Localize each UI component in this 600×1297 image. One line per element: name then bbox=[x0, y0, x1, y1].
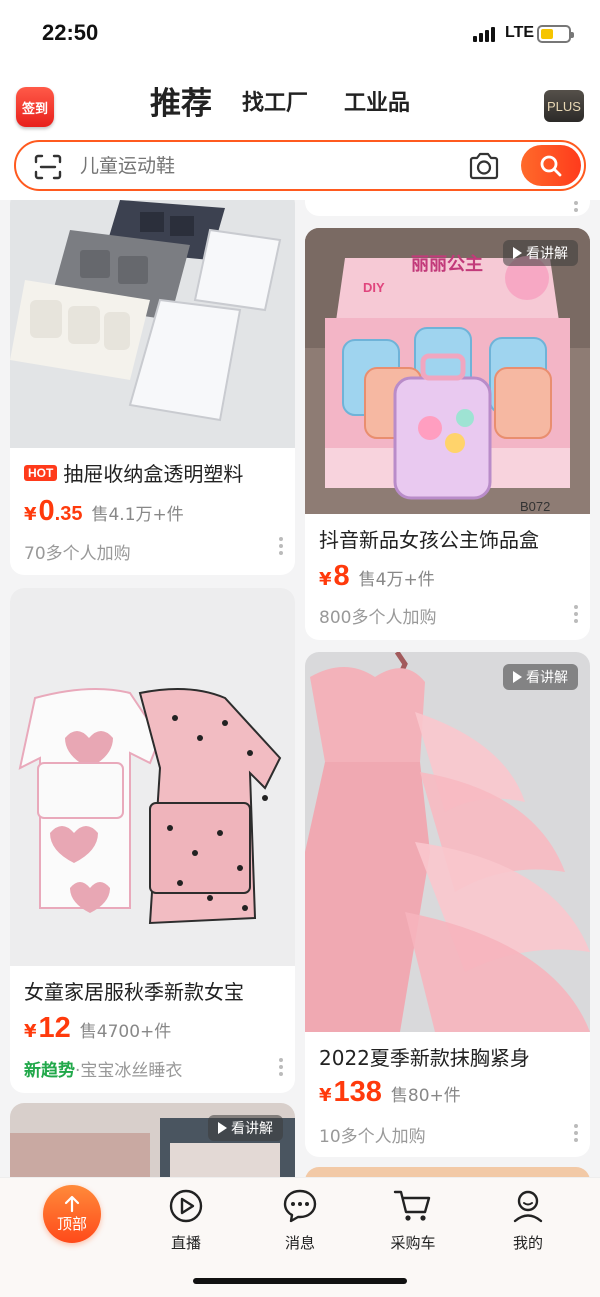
image-diy-text: DIY bbox=[363, 280, 385, 295]
product-card[interactable] bbox=[305, 200, 590, 216]
price-row: ¥ 12 售4700+件 bbox=[24, 1012, 172, 1044]
video-badge[interactable]: 看讲解 bbox=[503, 240, 578, 266]
nav-cart[interactable]: 采购车 bbox=[373, 1188, 453, 1253]
product-image bbox=[10, 200, 295, 448]
search-input[interactable] bbox=[80, 150, 440, 182]
sold-count: 售4万+件 bbox=[358, 570, 435, 590]
play-icon bbox=[169, 1189, 203, 1223]
video-badge[interactable]: 看讲解 bbox=[208, 1115, 283, 1141]
price: 12 bbox=[38, 1012, 71, 1044]
more-icon[interactable] bbox=[574, 1124, 578, 1142]
home-indicator bbox=[193, 1278, 407, 1284]
product-card[interactable]: 看讲解 bbox=[10, 1103, 295, 1180]
price-row: ¥ 138 售80+件 bbox=[319, 1076, 461, 1108]
checkin-button[interactable]: 签到 bbox=[16, 87, 54, 127]
product-card[interactable]: 看讲解 2022夏季新款抹胸紧身 ¥ 138 售80+件 10多个人加购 bbox=[305, 652, 590, 1157]
search-icon bbox=[540, 155, 562, 176]
battery-icon bbox=[537, 25, 574, 43]
arrow-up-icon bbox=[64, 1195, 80, 1212]
sold-count: 售80+件 bbox=[390, 1086, 461, 1106]
more-icon[interactable] bbox=[574, 605, 578, 623]
price-row: ¥ 8 售4万+件 bbox=[319, 560, 435, 592]
price: 138 bbox=[333, 1076, 382, 1108]
more-icon[interactable] bbox=[279, 537, 283, 555]
sold-count: 售4.1万+件 bbox=[91, 505, 184, 525]
image-brand-text: 丽丽公主 bbox=[411, 253, 483, 275]
product-image: 丽丽公主 DIY B072 bbox=[305, 228, 590, 514]
product-card[interactable]: 丽丽公主 DIY B072 看讲解 抖音新品女孩公主饰品盒 ¥ 8 售4万+件 … bbox=[305, 228, 590, 640]
play-icon bbox=[513, 671, 522, 683]
plus-button[interactable]: PLUS bbox=[544, 90, 584, 122]
add-cart-count: 800多个人加购 bbox=[319, 608, 437, 628]
tab-find-factory[interactable]: 找工厂 bbox=[242, 84, 308, 124]
product-card[interactable]: 女童家居服秋季新款女宝 ¥ 12 售4700+件 新趋势·宝宝冰丝睡衣 bbox=[10, 588, 295, 1093]
status-bar: 22:50 LTE bbox=[0, 0, 600, 70]
product-image bbox=[10, 588, 295, 966]
scan-icon[interactable] bbox=[34, 154, 62, 180]
image-code-text: B072 bbox=[520, 499, 550, 514]
cart-icon bbox=[393, 1190, 431, 1221]
trend-tag: 新趋势·宝宝冰丝睡衣 bbox=[24, 1061, 183, 1081]
hot-badge: HOT bbox=[24, 464, 58, 481]
add-cart-count: 10多个人加购 bbox=[319, 1127, 426, 1147]
tab-industrial[interactable]: 工业品 bbox=[344, 84, 410, 124]
product-title: 抖音新品女孩公主饰品盒 bbox=[319, 528, 539, 552]
product-card[interactable]: HOT 抽屉收纳盒透明塑料 ¥ 0 .35 售4.1万+件 70多个人加购 bbox=[10, 200, 295, 575]
add-cart-count: 70多个人加购 bbox=[24, 544, 131, 564]
product-title: 2022夏季新款抹胸紧身 bbox=[319, 1046, 530, 1070]
network-type: LTE bbox=[505, 24, 535, 41]
product-title: HOT 抽屉收纳盒透明塑料 bbox=[24, 458, 294, 487]
chat-icon bbox=[283, 1189, 317, 1223]
user-icon bbox=[513, 1190, 543, 1223]
signal-icon bbox=[473, 27, 495, 42]
nav-live[interactable]: 直播 bbox=[146, 1188, 226, 1253]
nav-profile[interactable]: 我的 bbox=[488, 1188, 568, 1253]
price-row: ¥ 0 .35 售4.1万+件 bbox=[24, 495, 184, 527]
more-icon[interactable] bbox=[574, 200, 578, 212]
nav-messages[interactable]: 消息 bbox=[260, 1188, 340, 1253]
more-icon[interactable] bbox=[279, 1058, 283, 1076]
search-button[interactable] bbox=[521, 145, 581, 186]
back-to-top-button[interactable]: 顶部 bbox=[43, 1185, 101, 1243]
product-image bbox=[305, 652, 590, 1032]
play-icon bbox=[513, 247, 522, 259]
top-tabs: 推荐 找工厂 工业品 bbox=[150, 84, 446, 127]
header: 签到 推荐 找工厂 工业品 PLUS bbox=[0, 70, 600, 200]
price: 8 bbox=[333, 560, 350, 592]
video-badge[interactable]: 看讲解 bbox=[503, 664, 578, 690]
status-time: 22:50 bbox=[42, 20, 99, 45]
sold-count: 售4700+件 bbox=[79, 1022, 172, 1042]
price: 0 bbox=[38, 495, 55, 527]
camera-icon[interactable] bbox=[468, 152, 500, 180]
product-feed[interactable]: HOT 抽屉收纳盒透明塑料 ¥ 0 .35 售4.1万+件 70多个人加购 丽丽… bbox=[0, 200, 600, 1180]
search-bar bbox=[14, 140, 586, 191]
product-title: 女童家居服秋季新款女宝 bbox=[24, 980, 244, 1004]
play-icon bbox=[218, 1122, 227, 1134]
tab-recommend[interactable]: 推荐 bbox=[150, 84, 212, 127]
